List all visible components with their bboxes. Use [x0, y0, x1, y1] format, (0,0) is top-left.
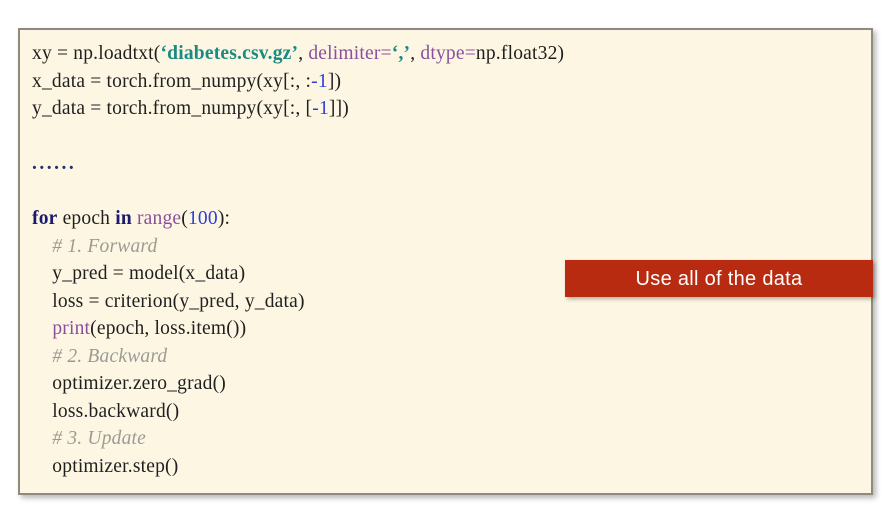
- code-line: # 1. Forward: [32, 233, 867, 261]
- code-line: ......: [32, 150, 867, 178]
- code-line: loss.backward(): [32, 398, 867, 426]
- callout-box: Use all of the data: [565, 260, 873, 297]
- code-token-comment: # 2. Backward: [32, 345, 168, 367]
- code-token-plain: ]): [327, 70, 342, 92]
- code-token-string: ‘diabetes.csv.gz’: [160, 43, 299, 64]
- code-token-number: 100: [187, 208, 218, 229]
- code-token-plain: (: [181, 208, 188, 229]
- code-token-keyword: in: [115, 208, 132, 229]
- code-token-plain: y_pred = model(x_data): [32, 263, 246, 284]
- code-line: y_data = torch.from_numpy(xy[:, [-1]]): [32, 95, 867, 123]
- code-token-comment: # 1. Forward: [32, 235, 158, 257]
- code-token-plain: loss = criterion(y_pred, y_data): [32, 290, 305, 312]
- code-token-number: -1: [311, 70, 328, 92]
- code-token-kwarg: dtype=: [420, 43, 476, 64]
- code-token-plain: np.float32): [475, 43, 565, 64]
- code-line: xy = np.loadtxt(‘diabetes.csv.gz’, delim…: [32, 40, 867, 68]
- code-token-dots: ......: [32, 153, 77, 174]
- code-token-string: ‘,’: [391, 43, 411, 64]
- code-token-plain: optimizer.zero_grad(): [32, 373, 226, 394]
- code-token-plain: y_data = torch.from_numpy(xy[:, [: [32, 98, 313, 119]
- code-token-plain: loss.backward(): [32, 400, 180, 422]
- code-token-plain: optimizer.step(): [32, 455, 179, 477]
- code-token-plain: ):: [217, 208, 231, 229]
- code-line: # 3. Update: [32, 425, 867, 453]
- code-token-keyword: for: [32, 208, 58, 229]
- code-line: for epoch in range(100):: [32, 205, 867, 233]
- code-token-comment: # 3. Update: [32, 428, 147, 449]
- code-token-plain: xy = np.loadtxt(: [32, 43, 161, 64]
- code-token-plain: x_data = torch.from_numpy(xy[:, :: [32, 70, 312, 92]
- code-token-plain: ,: [298, 43, 309, 64]
- code-line: # 2. Backward: [32, 343, 867, 371]
- code-token-plain: ]]): [328, 98, 349, 119]
- code-token-builtin: range: [136, 208, 182, 229]
- code-line: x_data = torch.from_numpy(xy[:, :-1]): [32, 68, 867, 96]
- code-line: optimizer.zero_grad(): [32, 370, 867, 398]
- code-token-plain: ,: [410, 43, 421, 64]
- code-token-plain: epoch: [57, 208, 116, 229]
- code-token-kwarg: delimiter=: [308, 43, 392, 64]
- code-line: optimizer.step(): [32, 453, 867, 481]
- code-token-builtin: print: [52, 318, 91, 339]
- code-token-plain: (epoch, loss.item()): [90, 318, 247, 339]
- callout-label: Use all of the data: [635, 267, 803, 290]
- code-token-number: -1: [312, 98, 329, 119]
- code-line: print(epoch, loss.item()): [32, 315, 867, 343]
